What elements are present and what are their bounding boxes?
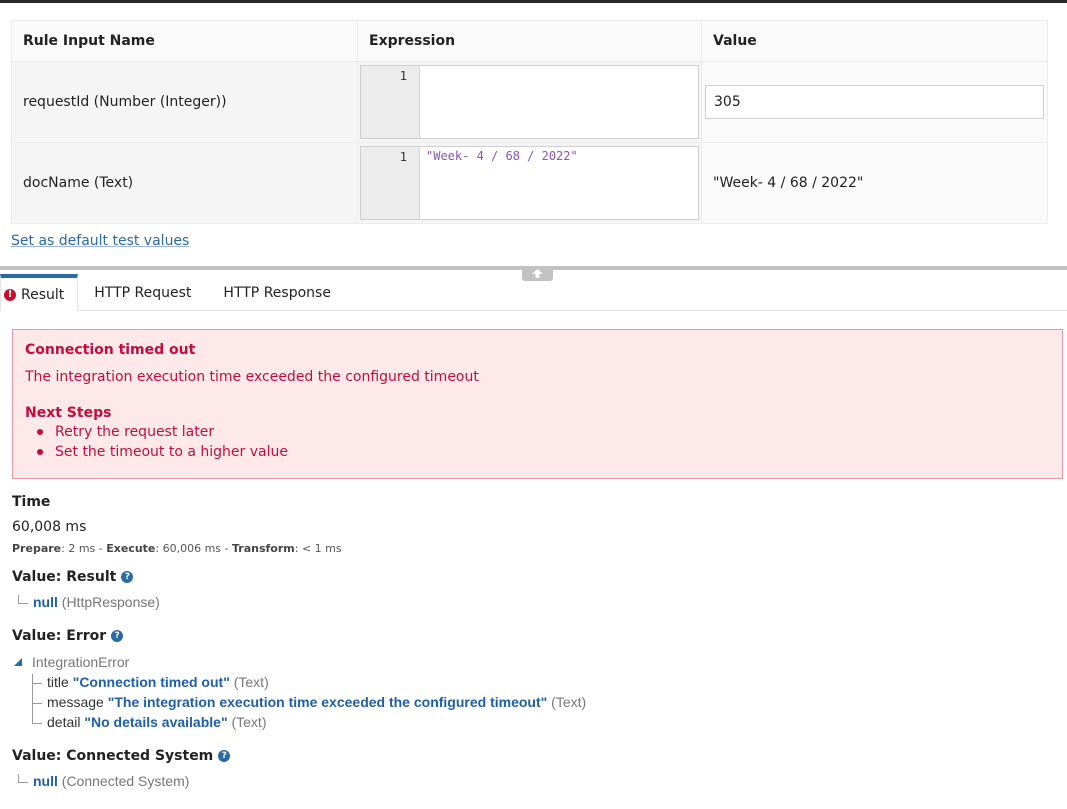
field-type: (Text) xyxy=(233,674,269,690)
request-id-value-input[interactable] xyxy=(705,85,1044,119)
expression-editor[interactable]: 1 xyxy=(360,65,699,139)
field-key: title xyxy=(47,674,69,690)
value-connected-system-heading: Value: Connected System ? xyxy=(12,748,231,764)
tab-http-request[interactable]: HTTP Request xyxy=(78,274,207,311)
prepare-value: : 2 ms - xyxy=(61,542,107,555)
value-result-heading: Value: Result ? xyxy=(12,569,134,585)
expression-code[interactable] xyxy=(420,66,698,138)
connected-type: (Connected System) xyxy=(61,773,190,789)
help-icon[interactable]: ? xyxy=(121,571,134,583)
field-value: "Connection timed out" xyxy=(72,674,230,690)
table-row: docName (Text) 1 "Week- 4 / 68 / 2022" "… xyxy=(11,142,1048,224)
field-key: message xyxy=(47,694,104,710)
time-breakdown: Prepare: 2 ms - Execute: 60,006 ms - Tra… xyxy=(12,542,342,555)
value-error-tree: IntegrationError title "Connection timed… xyxy=(14,654,714,734)
tree-root[interactable]: IntegrationError xyxy=(14,654,129,670)
tree-node: detail "No details available" (Text) xyxy=(32,714,266,730)
help-icon[interactable]: ? xyxy=(111,630,124,642)
line-number: 1 xyxy=(361,66,420,138)
field-key: detail xyxy=(47,714,81,730)
value-connected-label: Value: Connected System xyxy=(12,748,214,764)
line-number: 1 xyxy=(361,147,420,219)
next-steps-heading: Next Steps xyxy=(25,405,112,421)
expression-code[interactable]: "Week- 4 / 68 / 2022" xyxy=(420,147,698,219)
connected-null: null xyxy=(33,773,58,789)
tab-result[interactable]: ! Result xyxy=(0,274,79,311)
result-type: (HttpResponse) xyxy=(61,594,160,610)
tree-connector xyxy=(32,675,42,684)
execute-label: Execute xyxy=(106,542,156,555)
transform-value: : < 1 ms xyxy=(294,542,342,555)
tree-connector xyxy=(32,715,42,724)
field-value: "No details available" xyxy=(84,714,228,730)
tab-result-label: Result xyxy=(21,286,65,303)
field-type: (Text) xyxy=(551,694,587,710)
time-heading-label: Time xyxy=(12,494,51,510)
result-tabs: ! Result HTTP Request HTTP Response xyxy=(0,274,1067,311)
value-error-heading: Value: Error ? xyxy=(12,628,124,644)
error-message-box: Connection timed out The integration exe… xyxy=(12,329,1063,479)
time-heading: Time xyxy=(12,494,50,510)
tab-http-response[interactable]: HTTP Response xyxy=(207,274,347,311)
list-item: Set the timeout to a higher value xyxy=(25,442,1050,462)
tree-node: message "The integration execution time … xyxy=(32,694,586,710)
error-message: The integration execution time exceeded … xyxy=(25,369,479,385)
header-value: Value xyxy=(701,20,1048,62)
rule-input-name: docName (Text) xyxy=(11,142,358,224)
expand-triangle-icon[interactable] xyxy=(14,658,22,666)
expression-cell: 1 "Week- 4 / 68 / 2022" xyxy=(357,142,702,224)
tab-http-request-label: HTTP Request xyxy=(94,284,192,301)
result-null: null xyxy=(33,594,58,610)
help-icon[interactable]: ? xyxy=(218,750,231,762)
tab-http-response-label: HTTP Response xyxy=(223,284,331,301)
tree-node: null (HttpResponse) xyxy=(18,594,160,610)
top-border xyxy=(0,0,1067,3)
prepare-label: Prepare xyxy=(12,542,62,555)
expression-cell: 1 xyxy=(357,61,702,143)
tree-connector xyxy=(18,595,28,604)
table-header-row: Rule Input Name Expression Value xyxy=(11,20,1048,62)
execute-value: : 60,006 ms - xyxy=(155,542,232,555)
value-cell xyxy=(701,61,1048,143)
integration-error-root: IntegrationError xyxy=(32,654,130,670)
header-expression: Expression xyxy=(357,20,702,62)
rule-input-name: requestId (Number (Integer)) xyxy=(11,61,358,143)
list-item: Retry the request later xyxy=(25,422,1050,442)
header-rule-input-name: Rule Input Name xyxy=(11,20,358,62)
value-result-label: Value: Result xyxy=(12,569,117,585)
error-title: Connection timed out xyxy=(25,342,196,358)
field-type: (Text) xyxy=(231,714,267,730)
value-error-label: Value: Error xyxy=(12,628,107,644)
set-default-test-values-link[interactable]: Set as default test values xyxy=(11,233,189,249)
expression-editor[interactable]: 1 "Week- 4 / 68 / 2022" xyxy=(360,146,699,220)
time-value: 60,008 ms xyxy=(12,519,87,535)
field-value: "The integration execution time exceeded… xyxy=(107,694,548,710)
tree-node: title "Connection timed out" (Text) xyxy=(32,674,269,690)
table-row: requestId (Number (Integer)) 1 xyxy=(11,61,1048,143)
next-steps-list: Retry the request later Set the timeout … xyxy=(25,422,1050,462)
doc-name-value: "Week- 4 / 68 / 2022" xyxy=(701,142,1048,224)
error-icon: ! xyxy=(4,288,16,301)
tree-connector xyxy=(18,774,28,783)
transform-label: Transform xyxy=(232,542,295,555)
rule-inputs-table: Rule Input Name Expression Value request… xyxy=(11,20,1048,224)
tree-node: null (Connected System) xyxy=(18,773,189,789)
tree-connector xyxy=(32,695,42,704)
